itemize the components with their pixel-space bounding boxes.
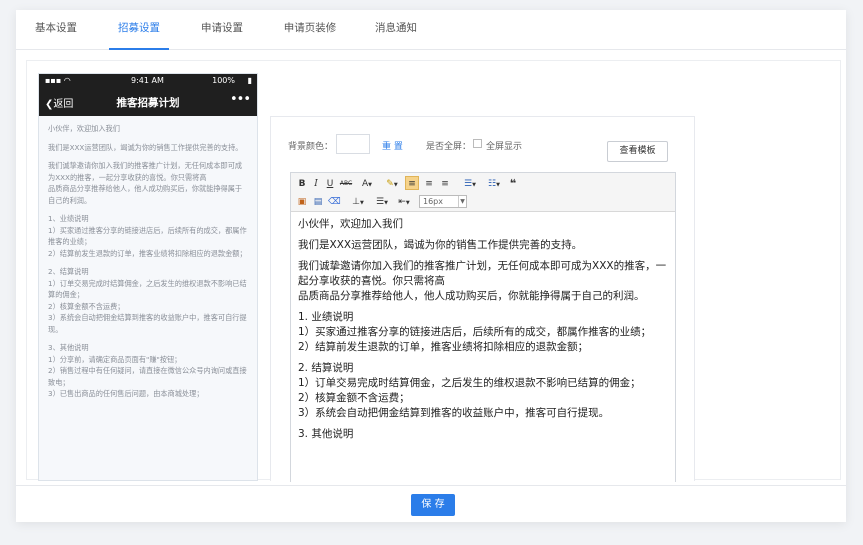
phone-group-line: 2）结算前发生退款的订单，推客业绩将扣除相应的退款金额； xyxy=(48,248,247,258)
caret-down-icon: ▼ xyxy=(368,182,373,188)
font-size-select[interactable]: 16px ▼ xyxy=(419,195,467,208)
fullscreen-checkbox[interactable] xyxy=(473,139,482,148)
phone-invite-line-2: 品质商品分享推荐给他人，他人成功购买后，你就能挣得属于自己的利润。 xyxy=(48,184,243,205)
align-right-icon[interactable]: ≡ xyxy=(439,177,451,191)
phone-group-performance: 1、业绩说明 1）买家通过推客分享的链接进店后，后续所有的成交，都属作推客的业绩… xyxy=(48,213,248,259)
tab-bar: 基本设置 招募设置 申请设置 申请页装修 消息通知 xyxy=(16,10,846,50)
rich-text-editor: B I U ABC A▼ ✎▼ ≡ ≡ ≡ ☰▼ ☷▼ ❝ ▣ ▤ ⌫ ⊥▼ ☰… xyxy=(290,172,676,482)
phone-invite-line-1: 我们诚挚邀请你加入我们的推客推广计划，无任何成本即可成为XXX的推客，一起分享收… xyxy=(48,161,243,182)
page-frame: 基本设置 招募设置 申请设置 申请页装修 消息通知 ▪▪▪ ◠ 9:41 AM … xyxy=(16,10,846,522)
editor-group-line: 3）系统会自动把佣金结算到推客的收益账户中，推客可自行提现。 xyxy=(298,407,610,419)
phone-page-title: 推客招募计划 xyxy=(116,97,180,109)
editor-toolbar: B I U ABC A▼ ✎▼ ≡ ≡ ≡ ☰▼ ☷▼ ❝ ▣ ▤ ⌫ ⊥▼ ☰… xyxy=(291,173,675,212)
phone-group-settlement: 2、结算说明 1）订单交易完成时结算佣金，之后发生的维权退款不影响已结算的佣金；… xyxy=(48,266,248,335)
strikethrough-button[interactable]: ABC xyxy=(338,177,354,191)
phone-group-line: 1）买家通过推客分享的链接进店后，后续所有的成交，都属作推客的业绩； xyxy=(48,225,247,247)
phone-group-title: 1、业绩说明 xyxy=(48,214,89,223)
editor-group-line: 1）买家通过推客分享的链接进店后，后续所有的成交，都属作推客的业绩； xyxy=(298,326,652,338)
editor-invite: 我们诚挚邀请你加入我们的推客推广计划，无任何成本即可成为XXX的推客，一起分享收… xyxy=(298,259,668,304)
editor-content[interactable]: 小伙伴，欢迎加入我们 我们是XXX运营团队，竭诚为你的销售工作提供完善的支持。 … xyxy=(291,212,675,453)
editor-group-title: 2. 结算说明 xyxy=(298,362,354,374)
italic-button[interactable]: I xyxy=(310,177,322,191)
tab-recruit-settings[interactable]: 招募设置 xyxy=(109,10,169,50)
content-panel: ▪▪▪ ◠ 9:41 AM 100% ▮ ❮返回 推客招募计划 ••• 小伙伴，… xyxy=(26,60,841,482)
more-dots-icon[interactable]: ••• xyxy=(230,92,251,107)
editor-intro: 我们是XXX运营团队，竭诚为你的销售工作提供完善的支持。 xyxy=(298,239,583,251)
media-icon[interactable]: ▤ xyxy=(312,195,324,209)
fullscreen-label: 是否全屏： xyxy=(426,142,472,152)
quote-icon[interactable]: ❝ xyxy=(507,177,519,191)
eraser-icon[interactable]: ⌫ xyxy=(328,195,341,209)
phone-invite: 我们诚挚邀请你加入我们的推客推广计划，无任何成本即可成为XXX的推客，一起分享收… xyxy=(48,160,248,206)
phone-group-title: 3、其他说明 xyxy=(48,343,89,352)
phone-group-line: 1）分享前，请确定商品页面有"赚"按钮； xyxy=(48,354,182,364)
editor-group-line: 1）订单交易完成时结算佣金，之后发生的维权退款不影响已结算的佣金； xyxy=(298,377,641,389)
underline-button[interactable]: U xyxy=(324,177,336,191)
phone-greeting: 小伙伴，欢迎加入我们 xyxy=(48,124,120,133)
align-left-icon[interactable]: ≡ xyxy=(405,176,419,190)
indent-icon[interactable]: ⇤▼ xyxy=(395,195,413,209)
editor-group-settlement: 2. 结算说明 1）订单交易完成时结算佣金，之后发生的维权退款不影响已结算的佣金… xyxy=(298,361,668,421)
phone-group-line: 2）销售过程中有任何疑问，请直接在微信公众号内询问或直接致电； xyxy=(48,366,247,387)
bg-color-label: 背景颜色： xyxy=(288,142,334,152)
save-button[interactable]: 保 存 xyxy=(411,494,455,516)
phone-time: 9:41 AM xyxy=(131,76,164,85)
phone-nav-bar: ❮返回 推客招募计划 ••• xyxy=(39,88,257,116)
signal-icon: ▪▪▪ ◠ xyxy=(45,76,71,85)
bold-button[interactable]: B xyxy=(296,177,308,191)
editor-group-title: 1. 业绩说明 xyxy=(298,311,354,323)
battery-percent: 100% xyxy=(212,76,235,85)
editor-greeting: 小伙伴，欢迎加入我们 xyxy=(298,218,403,230)
editor-group-line: 2）结算前发生退款的订单，推客业绩将扣除相应的退款金额； xyxy=(298,341,589,353)
bg-color-picker[interactable] xyxy=(336,134,370,154)
highlight-icon[interactable]: ✎▼ xyxy=(383,177,401,191)
phone-group-other: 3、其他说明 1）分享前，请确定商品页面有"赚"按钮； 2）销售过程中有任何疑问… xyxy=(48,342,248,400)
phone-group-line: 2）核算金额不含运费； xyxy=(48,301,125,311)
line-height-icon[interactable]: ☰▼ xyxy=(373,195,391,209)
editor-group-line: 2）核算金额不含运费； xyxy=(298,392,410,404)
editor-group-performance: 1. 业绩说明 1）买家通过推客分享的链接进店后，后续所有的成交，都属作推客的业… xyxy=(298,310,668,355)
editor-invite-line-2: 品质商品分享推荐给他人，他人成功购买后，你就能挣得属于自己的利润。 xyxy=(298,290,645,302)
view-template-button[interactable]: 查看模板 xyxy=(607,141,668,162)
battery-icon: ▮ xyxy=(247,76,252,85)
tab-apply-page-decor[interactable]: 申请页装修 xyxy=(275,10,345,50)
phone-group-line: 3）系统会自动把佣金结算到推客的收益账户中，推客可自行提现。 xyxy=(48,313,247,334)
editor-group-title: 3. 其他说明 xyxy=(298,428,354,440)
fullscreen-option-label: 全屏显示 xyxy=(486,142,523,152)
phone-group-title: 2、结算说明 xyxy=(48,267,89,276)
image-icon[interactable]: ▣ xyxy=(296,195,308,209)
font-color-button[interactable]: A▼ xyxy=(359,177,375,191)
phone-status-bar: ▪▪▪ ◠ 9:41 AM 100% ▮ xyxy=(39,74,257,88)
phone-intro: 我们是XXX运营团队，竭诚为你的销售工作提供完善的支持。 xyxy=(48,142,243,152)
phone-preview: ▪▪▪ ◠ 9:41 AM 100% ▮ ❮返回 推客招募计划 ••• 小伙伴，… xyxy=(38,73,258,481)
phone-group-line: 3）已售出商品的任何售后问题，由本商城处理； xyxy=(48,389,204,398)
caret-down-icon: ▼ xyxy=(458,196,466,207)
phone-content: 小伙伴，欢迎加入我们 我们是XXX运营团队，竭诚为你的销售工作提供完善的支持。 … xyxy=(39,116,257,414)
tab-message-notify[interactable]: 消息通知 xyxy=(366,10,426,50)
editor-group-other: 3. 其他说明 xyxy=(298,427,668,442)
tab-basic-settings[interactable]: 基本设置 xyxy=(26,10,86,50)
bullet-list-icon[interactable]: ☰▼ xyxy=(461,177,479,191)
reset-button[interactable]: 重 置 xyxy=(382,139,403,152)
editor-card: 背景颜色： 重 置 是否全屏： 全屏显示 查看模板 B I U ABC A▼ ✎… xyxy=(270,116,695,482)
paragraph-spacing-icon[interactable]: ⊥▼ xyxy=(349,195,367,209)
numbered-list-icon[interactable]: ☷▼ xyxy=(485,177,503,191)
phone-group-line: 1）订单交易完成时结算佣金，之后发生的维权退款不影响已结算的佣金； xyxy=(48,278,247,300)
footer-bar: 保 存 xyxy=(16,485,846,522)
tab-apply-settings[interactable]: 申请设置 xyxy=(192,10,252,50)
align-center-icon[interactable]: ≡ xyxy=(423,177,435,191)
font-size-value: 16px xyxy=(423,197,443,206)
editor-invite-line-1: 我们诚挚邀请你加入我们的推客推广计划，无任何成本即可成为XXX的推客，一起分享收… xyxy=(298,260,667,287)
